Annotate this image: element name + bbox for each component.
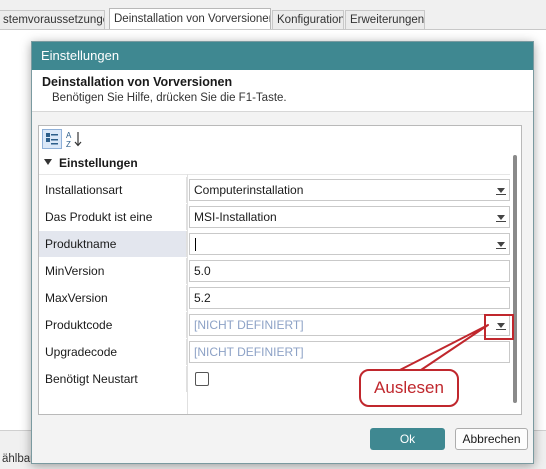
annotation-callout: Auslesen bbox=[359, 369, 459, 407]
annotation-pointer bbox=[395, 324, 489, 373]
annotation-highlight-box bbox=[484, 314, 514, 340]
